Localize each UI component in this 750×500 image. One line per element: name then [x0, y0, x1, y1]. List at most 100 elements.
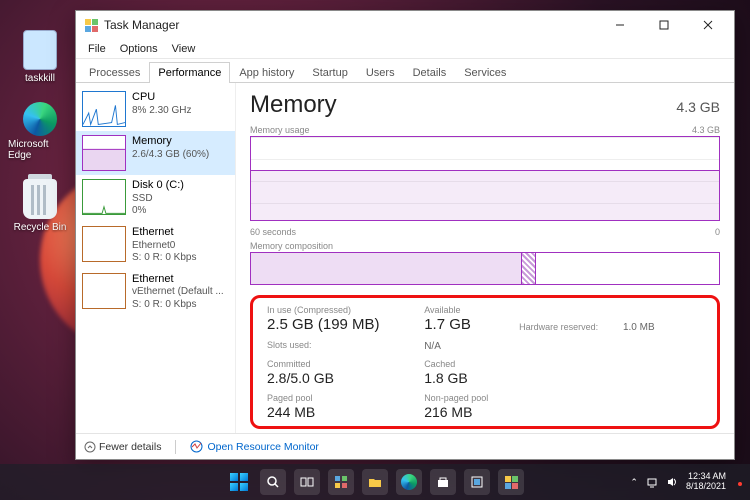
desktop-icon-label: taskkill	[25, 73, 55, 84]
tray-date: 8/18/2021	[686, 482, 726, 492]
stat-nonpaged: 216 MB	[424, 404, 513, 420]
tab-users[interactable]: Users	[357, 62, 404, 83]
taskbar-task-manager[interactable]	[498, 469, 524, 495]
tab-app-history[interactable]: App history	[230, 62, 303, 83]
stat-label: Non-paged pool	[424, 394, 513, 404]
resource-monitor-label: Open Resource Monitor	[207, 441, 318, 453]
tab-processes[interactable]: Processes	[80, 62, 149, 83]
disk-sparkline	[82, 179, 126, 215]
stat-committed: 2.8/5.0 GB	[267, 370, 418, 386]
start-button[interactable]	[226, 469, 252, 495]
stat-available: 1.7 GB	[424, 316, 513, 333]
sidebar-item-sub: 8% 2.30 GHz	[132, 105, 191, 118]
memory-sparkline	[82, 135, 126, 171]
sidebar-item-sub2: S: 0 R: 0 Kbps	[132, 299, 224, 312]
taskbar-widgets[interactable]	[328, 469, 354, 495]
sidebar-item-title: Disk 0 (C:)	[132, 179, 184, 193]
taskbar-store[interactable]	[430, 469, 456, 495]
taskbar-apps	[226, 469, 524, 495]
memory-usage-graph[interactable]	[250, 136, 720, 221]
graph-label-left: Memory usage	[250, 125, 310, 135]
stat-label: Committed	[267, 360, 418, 370]
tab-startup[interactable]: Startup	[303, 62, 356, 83]
memory-composition-bar[interactable]	[250, 252, 720, 285]
stat-cached: 1.8 GB	[424, 370, 513, 386]
sidebar-item-sub2: S: 0 R: 0 Kbps	[132, 252, 196, 265]
desktop-icons: taskkill Microsoft Edge Recycle Bin	[8, 30, 72, 233]
sidebar-item-title: Memory	[132, 135, 209, 149]
taskbar-task-view[interactable]	[294, 469, 320, 495]
taskbar-vmware[interactable]	[464, 469, 490, 495]
sidebar-item-sub: vEthernet (Default ...	[132, 286, 224, 299]
tray-chevron-up-icon[interactable]: ⌃	[630, 477, 638, 488]
tray-clock[interactable]: 12:34 AM 8/18/2021	[686, 472, 726, 492]
sidebar-item-title: Ethernet	[132, 273, 224, 287]
memory-total: 4.3 GB	[676, 99, 720, 115]
ethernet-sparkline	[82, 226, 126, 262]
desktop-icon-label: Recycle Bin	[14, 222, 67, 233]
stat-label: Available	[424, 306, 513, 316]
desktop-icon-taskkill[interactable]: taskkill	[8, 30, 72, 84]
perf-main: Memory 4.3 GB Memory usage 4.3 GB 60 sec…	[236, 83, 734, 433]
notifications-button[interactable]	[734, 472, 744, 492]
maximize-button[interactable]	[642, 11, 686, 39]
sidebar-item-cpu[interactable]: CPU 8% 2.30 GHz	[76, 87, 235, 131]
volume-icon[interactable]	[666, 476, 678, 488]
task-manager-icon	[84, 18, 98, 32]
stat-inuse: 2.5 GB (199 MB)	[267, 316, 418, 333]
tab-details[interactable]: Details	[404, 62, 456, 83]
content: CPU 8% 2.30 GHz Memory 2.6/4.3 GB (60%)	[76, 83, 734, 433]
sidebar-item-title: CPU	[132, 91, 191, 105]
network-icon[interactable]	[646, 476, 658, 488]
cpu-sparkline	[82, 91, 126, 127]
memory-stats-panel: In use (Compressed)2.5 GB (199 MB) Avail…	[250, 295, 720, 429]
minimize-button[interactable]	[598, 11, 642, 39]
stat-label: Paged pool	[267, 394, 418, 404]
ethernet-sparkline	[82, 273, 126, 309]
stat-paged: 244 MB	[267, 404, 418, 420]
desktop-icon-label: Microsoft Edge	[8, 139, 72, 161]
sidebar-item-ethernet-1[interactable]: Ethernet vEthernet (Default ... S: 0 R: …	[76, 269, 235, 316]
tab-services[interactable]: Services	[455, 62, 515, 83]
graph-time-right: 0	[715, 227, 720, 237]
menubar: File Options View	[76, 39, 734, 59]
sidebar-item-disk[interactable]: Disk 0 (C:) SSD 0%	[76, 175, 235, 222]
stat-label: Hardware reserved:	[519, 323, 617, 333]
page-title: Memory	[250, 91, 337, 119]
edge-icon	[23, 102, 57, 136]
stat-label: In use (Compressed)	[267, 306, 418, 316]
graph-label-right: 4.3 GB	[692, 125, 720, 135]
sidebar-item-ethernet-0[interactable]: Ethernet Ethernet0 S: 0 R: 0 Kbps	[76, 222, 235, 269]
system-tray[interactable]: ⌃ 12:34 AM 8/18/2021	[630, 472, 744, 492]
tabbar: Processes Performance App history Startu…	[76, 59, 734, 83]
taskbar-search[interactable]	[260, 469, 286, 495]
perf-sidebar: CPU 8% 2.30 GHz Memory 2.6/4.3 GB (60%)	[76, 83, 236, 433]
titlebar[interactable]: Task Manager	[76, 11, 734, 39]
menu-options[interactable]: Options	[114, 41, 164, 57]
sidebar-item-sub2: 0%	[132, 205, 184, 218]
taskbar-edge[interactable]	[396, 469, 422, 495]
sidebar-item-sub: Ethernet0	[132, 240, 196, 253]
open-resource-monitor-link[interactable]: Open Resource Monitor	[190, 440, 318, 453]
taskbar-explorer[interactable]	[362, 469, 388, 495]
composition-label: Memory composition	[250, 241, 333, 251]
task-manager-window: Task Manager File Options View Processes…	[75, 10, 735, 460]
menu-view[interactable]: View	[166, 41, 202, 57]
window-title: Task Manager	[104, 18, 598, 32]
menu-file[interactable]: File	[82, 41, 112, 57]
stat-hw-reserved: 1.0 MB	[623, 322, 703, 333]
graph-time-left: 60 seconds	[250, 227, 296, 237]
sidebar-item-title: Ethernet	[132, 226, 196, 240]
fewer-details-button[interactable]: Fewer details	[84, 441, 161, 453]
tab-performance[interactable]: Performance	[149, 62, 230, 83]
desktop-icon-edge[interactable]: Microsoft Edge	[8, 102, 72, 161]
close-button[interactable]	[686, 11, 730, 39]
sidebar-item-sub: 2.6/4.3 GB (60%)	[132, 149, 209, 162]
sidebar-item-memory[interactable]: Memory 2.6/4.3 GB (60%)	[76, 131, 235, 175]
desktop-icon-recycle-bin[interactable]: Recycle Bin	[8, 179, 72, 233]
taskbar[interactable]: ⌃ 12:34 AM 8/18/2021	[0, 464, 750, 500]
statusbar: Fewer details Open Resource Monitor	[76, 433, 734, 459]
stat-label: Slots used:	[267, 341, 418, 351]
fewer-details-label: Fewer details	[99, 441, 161, 453]
stat-label: Cached	[424, 360, 513, 370]
